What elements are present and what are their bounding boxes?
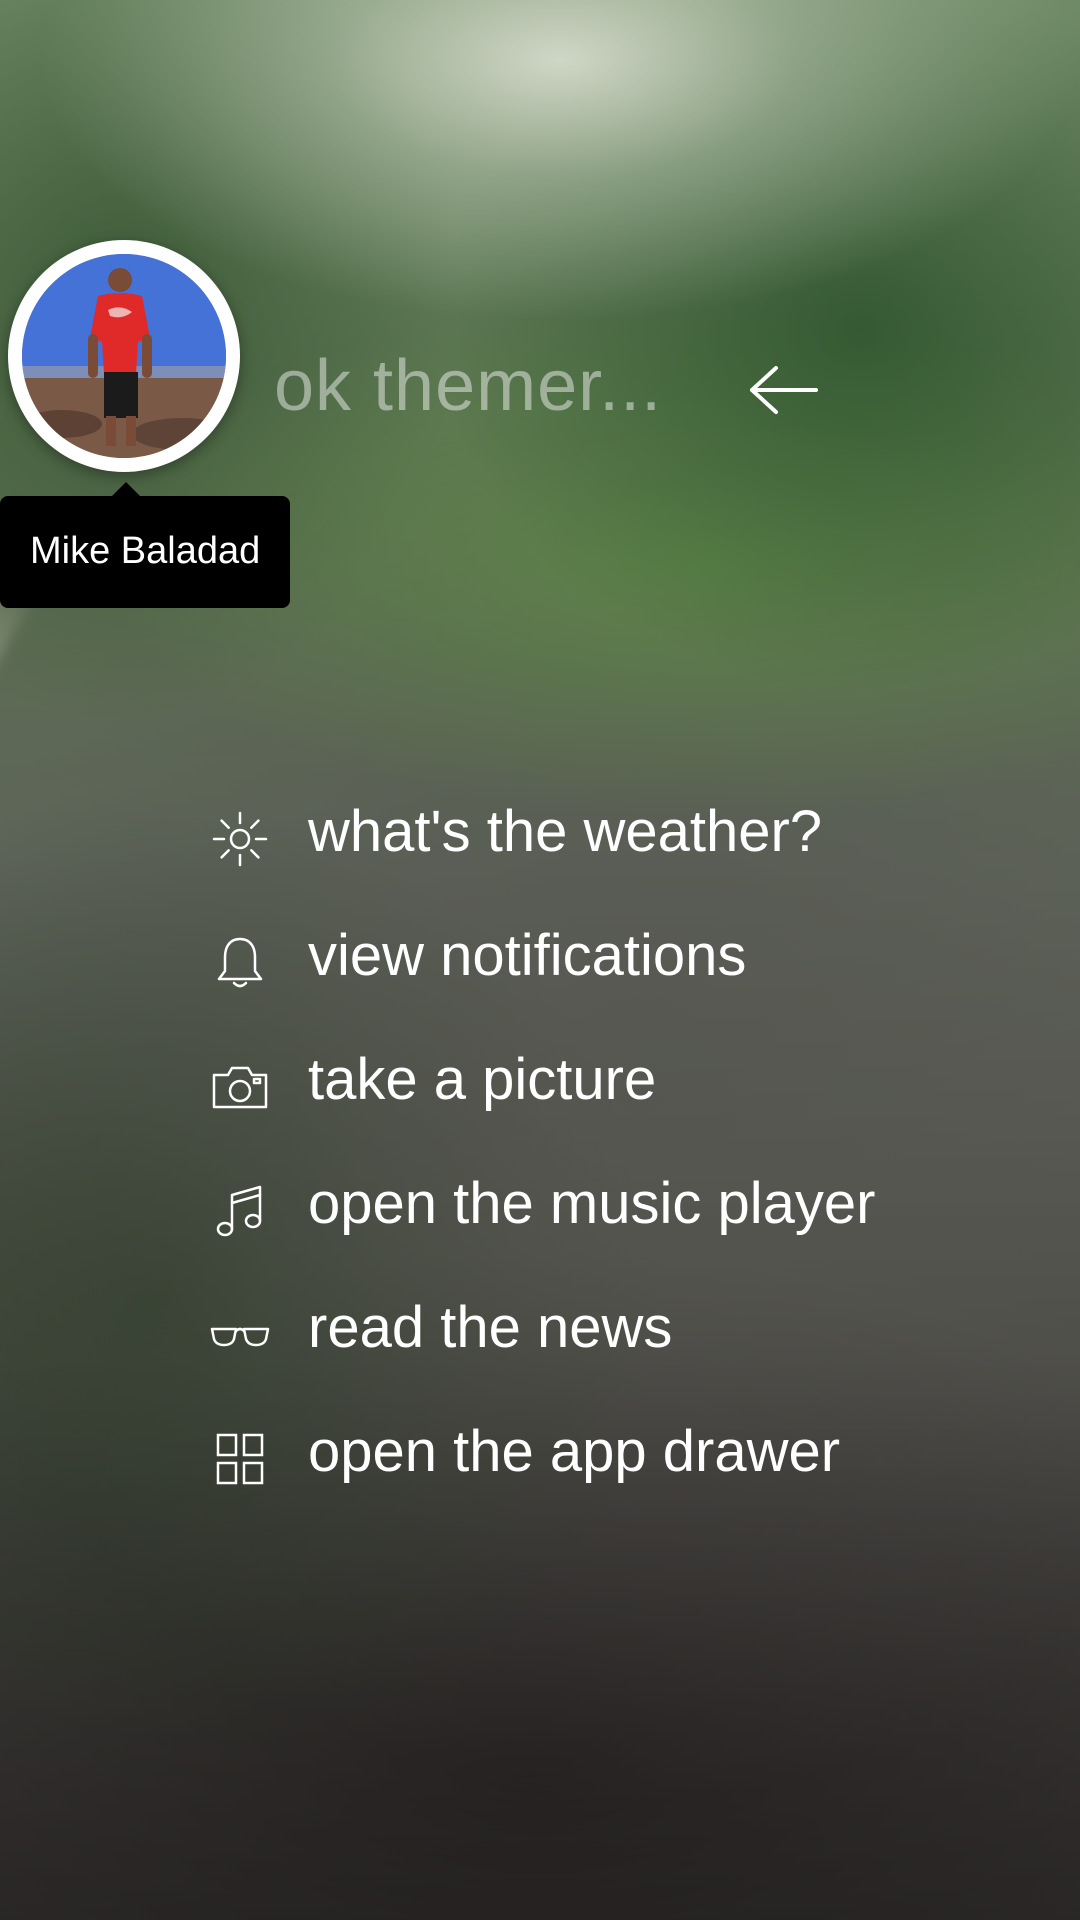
- profile-avatar[interactable]: [8, 240, 240, 472]
- command-news[interactable]: read the news: [210, 1291, 1030, 1415]
- voice-prompt-input[interactable]: ok themer...: [274, 345, 662, 427]
- back-arrow-icon[interactable]: [746, 362, 820, 418]
- bell-icon: [210, 933, 270, 993]
- command-label: open the music player: [308, 1171, 876, 1236]
- command-label: view notifications: [308, 923, 747, 988]
- command-music[interactable]: open the music player: [210, 1167, 1030, 1291]
- music-note-icon: [210, 1181, 270, 1241]
- avatar-photo: [22, 254, 226, 458]
- command-camera[interactable]: take a picture: [210, 1043, 1030, 1167]
- sun-icon: [210, 809, 270, 869]
- command-label: take a picture: [308, 1047, 657, 1112]
- suggestion-list: what's the weather? view notifications t…: [210, 795, 1030, 1539]
- command-app-drawer[interactable]: open the app drawer: [210, 1415, 1030, 1539]
- command-notifications[interactable]: view notifications: [210, 919, 1030, 1043]
- grid-icon: [210, 1429, 270, 1489]
- profile-name-tooltip: Mike Baladad: [0, 482, 290, 608]
- command-label: open the app drawer: [308, 1419, 841, 1484]
- command-label: what's the weather?: [308, 799, 823, 864]
- profile-name: Mike Baladad: [30, 530, 261, 572]
- glasses-icon: [210, 1305, 270, 1365]
- camera-icon: [210, 1057, 270, 1117]
- command-weather[interactable]: what's the weather?: [210, 795, 1030, 919]
- command-label: read the news: [308, 1295, 673, 1360]
